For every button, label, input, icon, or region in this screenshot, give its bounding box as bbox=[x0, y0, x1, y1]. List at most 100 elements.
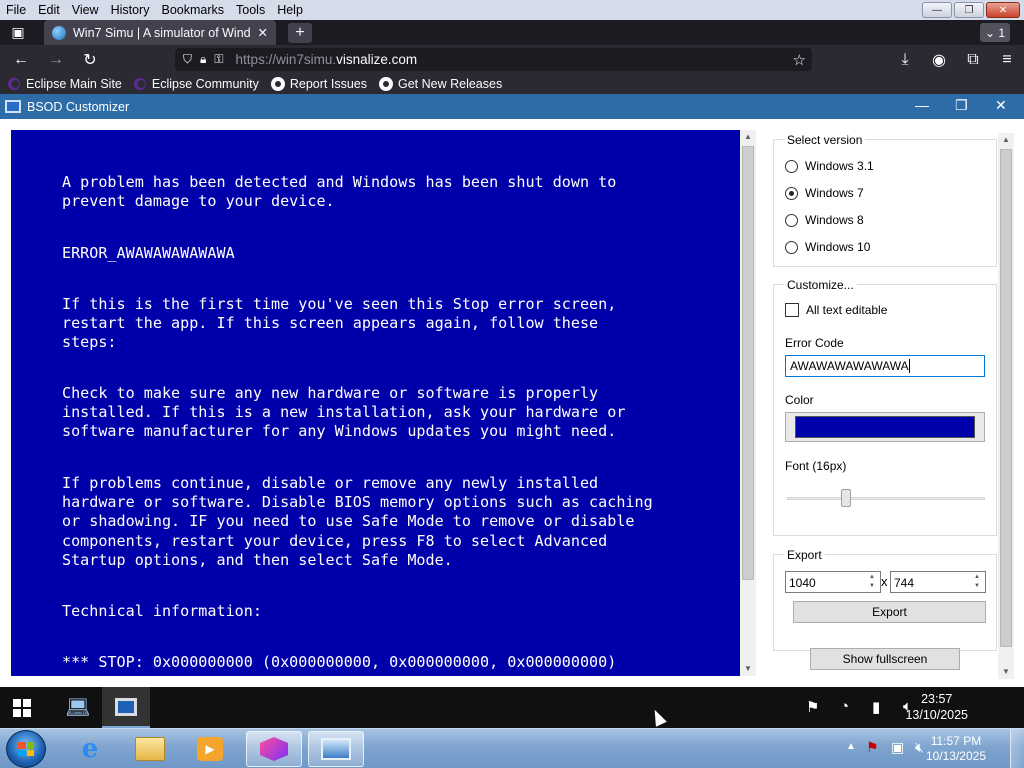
radio-dot[interactable] bbox=[785, 213, 798, 227]
reload-button[interactable]: ↻ bbox=[73, 45, 107, 74]
browser-tab-bar: ▣ Win7 Simu | A simulator of Wind ✕ + ⌄ … bbox=[0, 20, 1024, 45]
menu-edit[interactable]: Edit bbox=[32, 3, 66, 17]
bookmark-label: Eclipse Main Site bbox=[26, 77, 122, 91]
browser-restore-button[interactable]: ❐ bbox=[954, 2, 984, 18]
font-size-slider-thumb[interactable] bbox=[841, 489, 852, 507]
all-text-editable-checkbox[interactable]: All text editable bbox=[785, 303, 887, 317]
menu-file[interactable]: File bbox=[0, 3, 32, 17]
host-app-explorer[interactable] bbox=[122, 731, 178, 767]
action-center-icon[interactable]: ⚑ bbox=[866, 739, 879, 756]
export-height-input[interactable]: 744 ▲ ▼ bbox=[890, 571, 986, 593]
host-app-remote[interactable] bbox=[308, 731, 364, 767]
battery-icon[interactable]: ▮ bbox=[872, 698, 880, 716]
spin-arrows-icon[interactable]: ▲ ▼ bbox=[865, 573, 879, 591]
app-close-button[interactable]: ✕ bbox=[995, 97, 1007, 114]
hamburger-menu-icon[interactable]: ≡ bbox=[990, 45, 1024, 74]
browser-minimize-button[interactable]: — bbox=[922, 2, 952, 18]
host-start-orb[interactable] bbox=[6, 730, 46, 768]
scroll-thumb[interactable] bbox=[742, 146, 754, 580]
error-code-input[interactable]: AWAWAWAWAWAWA bbox=[785, 355, 985, 377]
version-group-label: Select version bbox=[784, 133, 866, 147]
bookmark-get-new-releases[interactable]: Get New Releases bbox=[378, 77, 502, 91]
scroll-up-icon[interactable]: ▲ bbox=[998, 133, 1014, 147]
network-icon[interactable]: ▣ bbox=[891, 739, 904, 756]
radio-label: Windows 3.1 bbox=[805, 159, 874, 173]
wifi-icon[interactable]: ◔ bbox=[840, 698, 849, 715]
show-hidden-icons-icon[interactable]: ▲ bbox=[846, 741, 856, 752]
scroll-up-icon[interactable]: ▲ bbox=[740, 130, 756, 144]
radio-windows-8[interactable]: Windows 8 bbox=[785, 213, 864, 227]
monitor-icon bbox=[115, 697, 137, 716]
radio-windows-3-1[interactable]: Windows 3.1 bbox=[785, 159, 874, 173]
url-bar[interactable]: ⛉ 🔒︎ ⚿ https://win7simu.visnalize.com ☆ bbox=[175, 48, 812, 71]
account-icon[interactable]: ◉ bbox=[922, 45, 956, 74]
menu-history[interactable]: History bbox=[105, 3, 156, 17]
bsod-text-intro: A problem has been detected and Windows … bbox=[62, 173, 617, 211]
menu-tools[interactable]: Tools bbox=[230, 3, 271, 17]
bookmark-eclipse-community[interactable]: Eclipse Community bbox=[133, 77, 259, 91]
tab-title: Win7 Simu | A simulator of Wind bbox=[73, 25, 251, 40]
font-size-slider-track[interactable] bbox=[787, 497, 985, 500]
radio-windows-7[interactable]: Windows 7 bbox=[785, 186, 864, 200]
menu-view[interactable]: View bbox=[66, 3, 105, 17]
browser-tab[interactable]: Win7 Simu | A simulator of Wind ✕ bbox=[44, 20, 276, 45]
media-player-icon: ▶ bbox=[197, 737, 223, 761]
browser-close-button[interactable]: ✕ bbox=[986, 2, 1020, 18]
preview-scrollbar[interactable]: ▲ ▼ bbox=[740, 130, 756, 676]
tab-close-icon[interactable]: ✕ bbox=[258, 25, 268, 40]
flag-icon[interactable]: ⚑ bbox=[806, 698, 819, 716]
firefox-view-icon[interactable]: ▣ bbox=[0, 20, 36, 45]
app-logo-icon bbox=[260, 737, 288, 761]
start-button[interactable] bbox=[0, 687, 44, 728]
radio-dot-selected[interactable] bbox=[785, 186, 798, 200]
show-fullscreen-button[interactable]: Show fullscreen bbox=[810, 648, 960, 670]
scroll-down-icon[interactable]: ▼ bbox=[998, 665, 1014, 679]
app-maximize-button[interactable]: ❐ bbox=[955, 97, 968, 114]
simulated-clock[interactable]: 23:57 13/10/2025 bbox=[905, 691, 968, 723]
volume-muted-icon[interactable]: 🔇︎ bbox=[915, 739, 924, 756]
host-app-media-player[interactable]: ▶ bbox=[182, 731, 238, 767]
tab-favicon-icon bbox=[52, 25, 66, 40]
host-app-ie[interactable]: e bbox=[62, 731, 118, 767]
scroll-down-icon[interactable]: ▼ bbox=[740, 662, 756, 676]
lock-icon[interactable]: 🔒︎ bbox=[200, 52, 206, 67]
new-tab-button[interactable]: + bbox=[288, 22, 312, 43]
menu-bookmarks[interactable]: Bookmarks bbox=[155, 3, 230, 17]
bsod-text-problems-continue: If problems continue, disable or remove … bbox=[62, 474, 653, 569]
menu-help[interactable]: Help bbox=[271, 3, 309, 17]
radio-dot[interactable] bbox=[785, 159, 798, 173]
color-swatch bbox=[795, 416, 975, 438]
tab-list-button[interactable]: ⌄ 1 bbox=[980, 23, 1010, 42]
panel-scrollbar[interactable]: ▲ ▼ bbox=[998, 133, 1014, 679]
taskbar-app-bsod-customizer[interactable] bbox=[102, 687, 150, 728]
bookmark-eclipse-main[interactable]: Eclipse Main Site bbox=[8, 77, 122, 91]
radio-dot[interactable] bbox=[785, 240, 798, 254]
font-size-label: Font (16px) bbox=[785, 459, 847, 473]
bookmark-star-icon[interactable]: ☆ bbox=[793, 51, 806, 69]
back-button[interactable]: ← bbox=[4, 45, 38, 74]
color-picker-button[interactable] bbox=[785, 412, 985, 442]
app-minimize-button[interactable]: — bbox=[915, 97, 929, 113]
bookmark-report-issues[interactable]: Report Issues bbox=[270, 77, 367, 91]
host-app-firefox[interactable] bbox=[246, 731, 302, 767]
extensions-icon[interactable]: ⧉ bbox=[956, 45, 990, 74]
settings-panel: Select version Windows 3.1 Windows 7 Win… bbox=[762, 127, 998, 675]
checkbox-box[interactable] bbox=[785, 303, 799, 317]
simulated-taskbar: 💻︎ ⚑ ◔ ▮ 🔈︎ 23:57 13/10/2025 bbox=[0, 687, 1024, 728]
host-clock[interactable]: 11:57 PM 10/13/2025 bbox=[926, 734, 986, 764]
spin-arrows-icon[interactable]: ▲ ▼ bbox=[970, 573, 984, 591]
export-button[interactable]: Export bbox=[793, 601, 986, 623]
bsod-preview: A problem has been detected and Windows … bbox=[11, 130, 740, 676]
bookmark-label: Eclipse Community bbox=[151, 77, 259, 91]
app-client-area: A problem has been detected and Windows … bbox=[0, 119, 1024, 687]
scroll-thumb[interactable] bbox=[1000, 149, 1012, 647]
radio-windows-10[interactable]: Windows 10 bbox=[785, 240, 870, 254]
export-width-value: 1040 bbox=[789, 576, 816, 590]
taskbar-app-computer[interactable]: 💻︎ bbox=[54, 687, 102, 728]
permissions-icon[interactable]: ⚿ bbox=[214, 52, 223, 67]
forward-button[interactable]: → bbox=[39, 45, 73, 74]
show-desktop-button[interactable] bbox=[1010, 729, 1024, 768]
export-width-input[interactable]: 1040 ▲ ▼ bbox=[785, 571, 881, 593]
downloads-icon[interactable]: ⤓ bbox=[888, 45, 922, 74]
shield-icon[interactable]: ⛉ bbox=[183, 52, 192, 67]
